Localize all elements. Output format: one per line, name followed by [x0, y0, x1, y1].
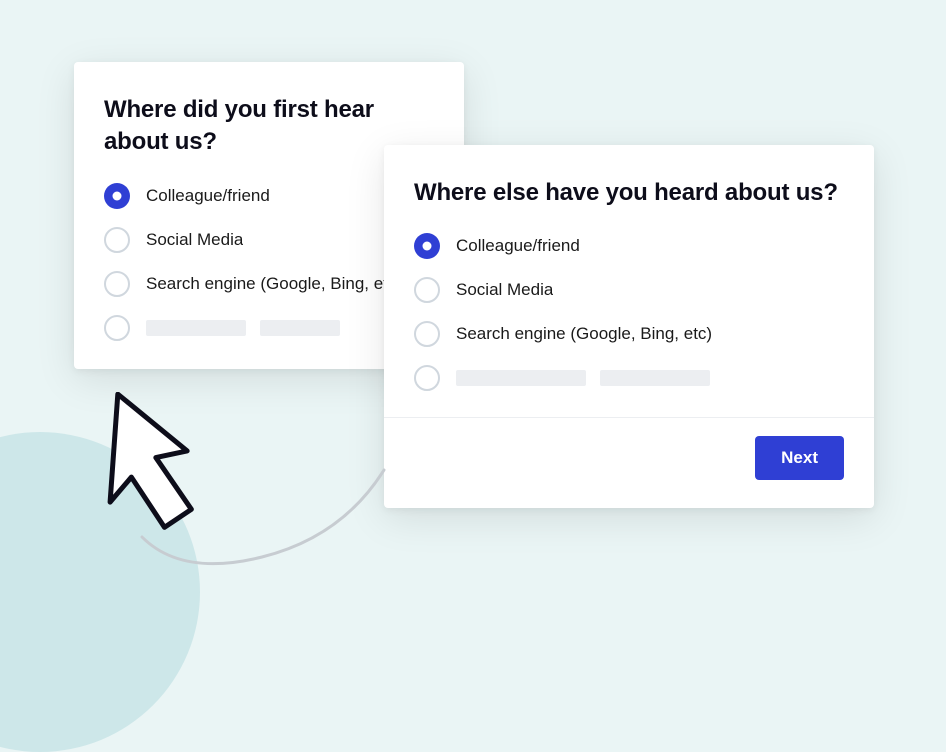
survey-card-else-hear: Where else have you heard about us? Coll… [384, 145, 874, 508]
option-label: Social Media [146, 230, 243, 250]
radio-icon[interactable] [414, 321, 440, 347]
option-label: Search engine (Google, Bing, etc) [456, 324, 712, 344]
background-blob [0, 432, 200, 752]
option-label: Social Media [456, 280, 553, 300]
placeholder-bar [146, 320, 246, 336]
option-label: Search engine (Google, Bing, etc) [146, 274, 402, 294]
radio-icon[interactable] [414, 365, 440, 391]
radio-icon[interactable] [414, 277, 440, 303]
card-footer: Next [414, 418, 844, 480]
radio-icon[interactable] [104, 271, 130, 297]
radio-icon[interactable] [414, 233, 440, 259]
placeholder-blocks [146, 320, 340, 336]
option-other-placeholder[interactable] [414, 365, 844, 391]
options-list: Colleague/friend Social Media Search eng… [414, 233, 844, 391]
placeholder-bar [456, 370, 586, 386]
option-social-media[interactable]: Social Media [414, 277, 844, 303]
radio-icon[interactable] [104, 315, 130, 341]
placeholder-bar [600, 370, 710, 386]
option-label: Colleague/friend [456, 236, 580, 256]
radio-icon[interactable] [104, 227, 130, 253]
question-title: Where else have you heard about us? [414, 177, 844, 209]
placeholder-bar [260, 320, 340, 336]
option-label: Colleague/friend [146, 186, 270, 206]
option-search-engine[interactable]: Search engine (Google, Bing, etc) [414, 321, 844, 347]
option-colleague-friend[interactable]: Colleague/friend [414, 233, 844, 259]
radio-icon[interactable] [104, 183, 130, 209]
placeholder-blocks [456, 370, 710, 386]
next-button[interactable]: Next [755, 436, 844, 480]
